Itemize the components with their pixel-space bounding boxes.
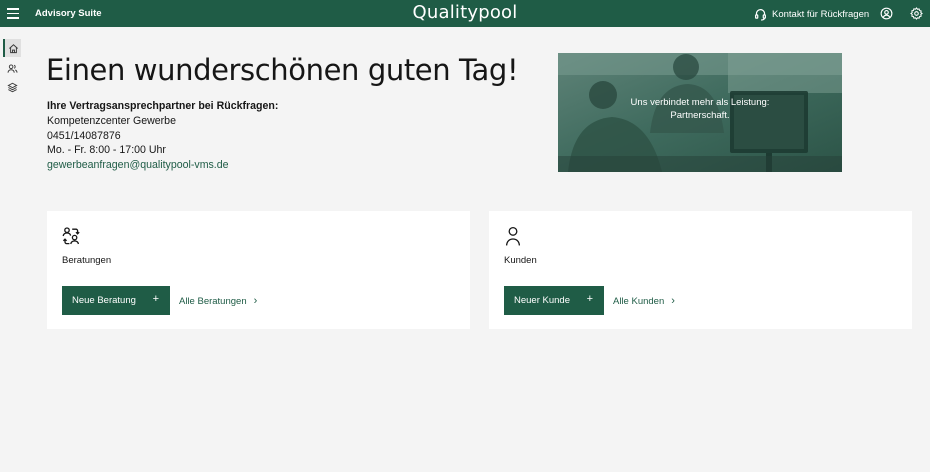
app-name: Advisory Suite [35, 8, 102, 19]
new-customer-button[interactable]: Neuer Kunde + [504, 286, 604, 315]
contact-email-link[interactable]: gewerbeanfragen@qualitypool-vms.de [47, 158, 278, 173]
plus-icon: + [152, 293, 159, 305]
new-customer-label: Neuer Kunde [514, 295, 570, 306]
contact-phone: 0451/14087876 [47, 129, 121, 142]
consultation-exchange-icon [62, 227, 80, 245]
banner-line-1: Uns verbindet mehr als Leistung: [630, 97, 770, 108]
all-consultations-link[interactable]: Alle Beratungen › [179, 295, 257, 307]
banner-text: Uns verbindet mehr als Leistung: Partner… [558, 96, 842, 122]
all-customers-label: Alle Kunden [613, 295, 665, 307]
new-consultation-button[interactable]: Neue Beratung + [62, 286, 170, 315]
all-consultations-label: Alle Beratungen [179, 295, 247, 307]
contact-hours: Mo. - Fr. 8:00 - 17:00 Uhr [47, 144, 166, 157]
partnership-banner: Uns verbindet mehr als Leistung: Partner… [558, 53, 842, 172]
side-nav [0, 27, 24, 472]
person-icon [505, 226, 521, 246]
card-title: Kunden [504, 255, 537, 266]
consultations-card: Beratungen Neue Beratung + Alle Beratung… [47, 211, 470, 329]
user-profile-icon[interactable] [880, 7, 893, 20]
settings-gear-icon[interactable] [910, 7, 923, 20]
plus-icon: + [586, 293, 593, 305]
chevron-right-icon: › [253, 295, 258, 307]
nav-item-users[interactable] [3, 59, 21, 77]
new-consultation-label: Neue Beratung [72, 295, 136, 306]
users-icon [6, 63, 18, 73]
banner-line-2: Partnerschaft. [670, 110, 730, 121]
contact-button[interactable]: Kontakt für Rückfragen [754, 6, 869, 22]
menu-icon[interactable] [7, 8, 19, 19]
all-customers-link[interactable]: Alle Kunden › [613, 295, 675, 307]
greeting-heading: Einen wunderschönen guten Tag! [46, 53, 519, 87]
contact-info: Ihre Vertragsansprechpartner bei Rückfra… [47, 99, 278, 173]
chevron-right-icon: › [671, 295, 675, 307]
layers-icon [6, 82, 18, 92]
home-icon [8, 43, 18, 53]
top-bar: Advisory Suite Qualitypool Kontakt für R… [0, 0, 930, 27]
card-title: Beratungen [62, 255, 112, 266]
headset-icon [755, 8, 766, 21]
contact-heading: Ihre Vertragsansprechpartner bei Rückfra… [47, 100, 279, 112]
contact-name: Kompetenzcenter Gewerbe [47, 114, 176, 127]
customers-card: Kunden Neuer Kunde + Alle Kunden › [489, 211, 912, 329]
contact-label: Kontakt für Rückfragen [772, 8, 870, 20]
nav-item-layers[interactable] [3, 78, 21, 96]
nav-item-home[interactable] [3, 39, 21, 57]
